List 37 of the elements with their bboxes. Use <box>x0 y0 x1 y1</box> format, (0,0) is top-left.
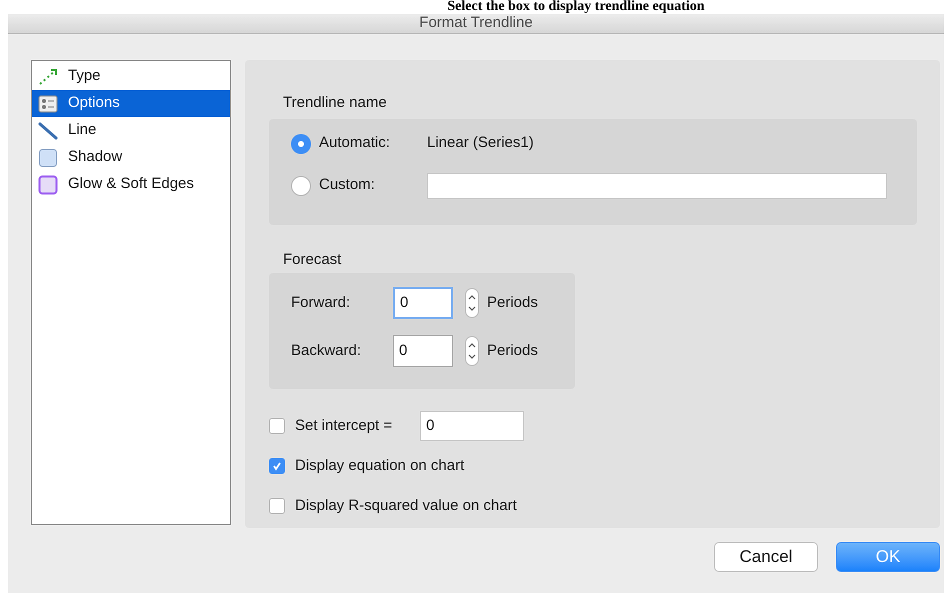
unit-label: Periods <box>487 340 538 361</box>
radio-label: Automatic: <box>319 133 391 154</box>
field-label: Backward: <box>291 340 362 361</box>
sidebar-item[interactable]: Type <box>32 63 230 90</box>
custom-name-field[interactable] <box>427 172 887 198</box>
checkbox-label: Set intercept = <box>295 416 392 436</box>
stepper-icon[interactable] <box>465 288 479 318</box>
checkmark-icon <box>272 461 282 471</box>
checkbox[interactable] <box>269 498 285 514</box>
unit-label: Periods <box>487 292 538 313</box>
checkbox[interactable] <box>269 418 285 434</box>
stepper-icon[interactable] <box>465 336 479 366</box>
radio-button[interactable] <box>291 134 311 154</box>
caption: Select the box to display trendline equation <box>446 0 706 14</box>
sidebar-item[interactable]: Line <box>32 117 230 144</box>
sidebar-item[interactable]: Options <box>32 90 230 117</box>
sidebar-item[interactable]: Shadow <box>32 144 230 171</box>
list-options-icon <box>38 94 58 112</box>
section-heading: Trendline name <box>283 93 388 113</box>
section-heading: Forecast <box>283 250 342 270</box>
intercept-field[interactable]: 0 <box>420 411 524 441</box>
periods-field[interactable]: 0 <box>393 335 453 367</box>
field-label: Forward: <box>291 292 352 313</box>
window-title: Format Trendline <box>419 13 533 34</box>
dotted-arrow-icon <box>38 68 58 86</box>
trendline-name-value: Linear (Series1) <box>427 133 534 154</box>
diagonal-line-icon <box>38 122 58 140</box>
checkbox[interactable] <box>269 458 285 474</box>
glow-square-icon <box>38 174 58 194</box>
sidebar-item[interactable]: Glow & Soft Edges <box>32 171 230 198</box>
radio-label: Custom: <box>319 175 376 196</box>
square-icon <box>38 148 58 168</box>
checkbox-label: Display R-squared value on chart <box>295 496 517 516</box>
cancel-button[interactable]: Cancel <box>714 542 818 572</box>
radio-button[interactable] <box>291 176 311 196</box>
checkbox-label: Display equation on chart <box>295 456 464 476</box>
periods-field[interactable]: 0 <box>393 287 453 319</box>
